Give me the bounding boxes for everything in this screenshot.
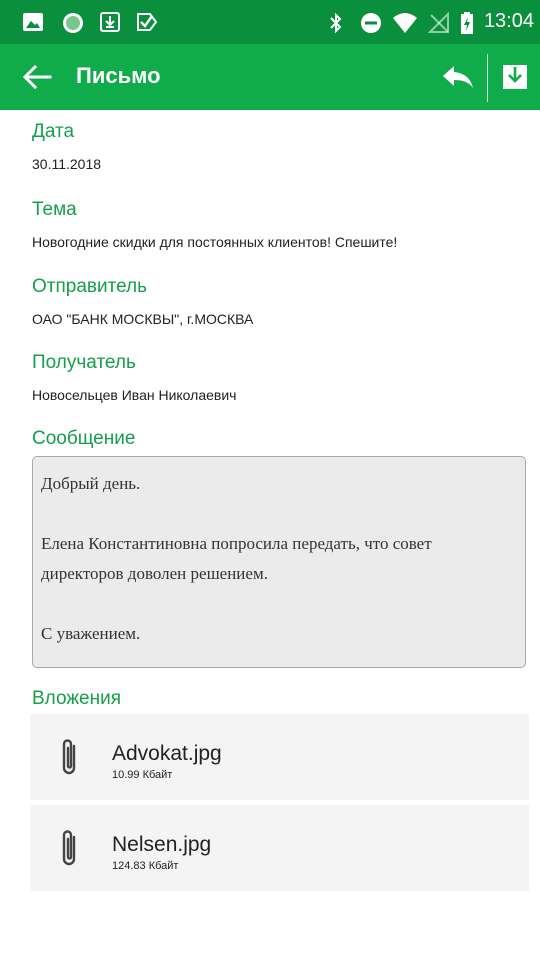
recipient-label: Получатель [32,352,136,373]
download-icon [503,65,527,89]
subject-value: Новогодние скидки для постоянных клиенто… [32,234,398,250]
app-bar: Письмо [0,44,540,110]
attachment-name: Nelsen.jpg [112,833,212,856]
paperclip-icon [62,739,76,775]
image-icon [23,13,43,31]
message-line: С уважением. [41,624,141,643]
date-value: 30.11.2018 [32,156,102,172]
page-title: Письмо [76,63,161,88]
subject-label: Тема [32,199,77,220]
message-line: Добрый день. [41,474,141,493]
arrow-left-icon [22,64,52,90]
sender-value: ОАО "БАНК МОСКВЫ", г.МОСКВА [32,311,254,327]
message-line: Елена Константиновна попросила передать,… [41,534,432,553]
back-button[interactable] [20,60,54,94]
reply-button[interactable] [441,62,475,92]
attachment-name: Advokat.jpg [112,742,222,765]
message-label: Сообщение [32,428,136,449]
attachment-item[interactable]: Advokat.jpg 10.99 Кбайт [30,714,529,800]
recipient-value: Новосельцев Иван Николаевич [32,387,237,403]
message-line [41,499,517,529]
status-time: 13:04 [483,10,534,32]
attachments-label: Вложения [32,688,121,709]
reply-icon [443,66,473,88]
message-body[interactable]: Добрый день. Елена Константиновна попрос… [32,456,526,668]
download-box-icon [100,12,120,32]
status-bar: 13:04 [0,0,540,44]
attachment-item[interactable]: Nelsen.jpg 124.83 Кбайт [30,805,529,891]
wifi-icon [393,13,417,33]
download-button[interactable] [502,64,528,90]
sender-label: Отправитель [32,276,148,297]
message-line [41,589,517,619]
date-label: Дата [32,121,75,142]
attachment-size: 124.83 Кбайт [112,860,179,872]
attachment-size: 10.99 Кбайт [112,769,173,781]
do-not-disturb-icon [361,13,381,33]
toolbar-divider [487,54,488,102]
message-line: директоров доволен решением. [41,564,268,583]
battery-charging-icon [461,12,473,34]
bluetooth-icon [330,12,342,34]
checkmark-box-icon [137,13,158,31]
green-circle-icon [63,13,83,33]
paperclip-icon [62,830,76,866]
no-sim-icon [428,12,449,33]
